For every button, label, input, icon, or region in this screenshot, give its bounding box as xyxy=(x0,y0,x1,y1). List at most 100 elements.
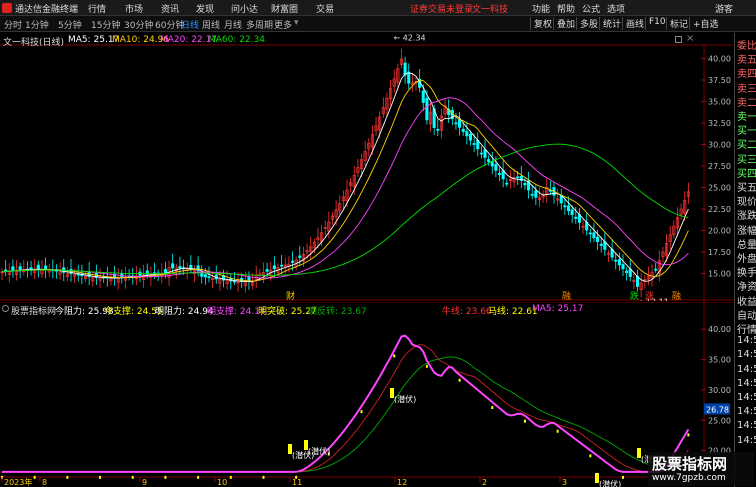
current-value-label: 26.78 xyxy=(706,405,729,414)
signal-dot xyxy=(622,475,624,479)
side-panel-item: 卖四 xyxy=(737,69,756,81)
side-panel-item: 委比 xyxy=(737,41,756,52)
period-timeshare[interactable]: 分时 xyxy=(4,18,22,31)
y-tick-label: 35.00 xyxy=(708,98,731,107)
y-tick-label: 17.50 xyxy=(708,248,731,257)
ind-y-tick-label: 30.00 xyxy=(708,386,731,395)
btn-f10[interactable]: F10 xyxy=(645,17,666,30)
period-daily[interactable]: 日线 xyxy=(181,18,199,31)
btn-draw[interactable]: 画线 xyxy=(622,17,644,30)
candle-down xyxy=(436,128,440,131)
candle-down xyxy=(407,71,411,84)
btn-overlay[interactable]: 叠加 xyxy=(553,17,575,30)
menu-help[interactable]: 帮助 xyxy=(557,2,575,15)
menu-market-quotes[interactable]: 行情 xyxy=(88,2,106,15)
event-marker: 财 xyxy=(286,290,295,301)
candle-down xyxy=(171,263,175,269)
candle-down xyxy=(505,182,509,185)
indicator-canvas[interactable]: 40.0035.0030.0025.0020.0026.78(潜伏)(潜伏)(潜… xyxy=(0,301,733,487)
app-logo-icon xyxy=(2,3,12,13)
ind-support-today: 今支撑: 24.55 xyxy=(104,307,163,317)
price-chart-canvas[interactable]: 40.00 37.50 35.00 32.50 30.00 27.50 25.00 22.50… xyxy=(0,33,733,306)
menu-trade[interactable]: 交易 xyxy=(316,2,334,15)
indicator-title: 股票指标网 xyxy=(11,307,57,317)
period-15min[interactable]: 15分钟 xyxy=(91,18,120,31)
side-panel-item: 行情 xyxy=(737,325,756,336)
y-tick-label: 30.00 xyxy=(708,141,731,150)
menu-function[interactable]: 功能 xyxy=(532,2,550,15)
candle-down xyxy=(494,164,498,171)
period-more[interactable]: 更多 xyxy=(274,18,292,31)
side-panel-item: 14:5 xyxy=(737,434,756,446)
close-icon[interactable]: × xyxy=(686,33,694,44)
candle-down xyxy=(625,270,629,273)
watermark-url: www.7gpzb.com xyxy=(652,473,726,483)
period-weekly[interactable]: 周线 xyxy=(202,18,220,31)
y-tick-label: 15.00 xyxy=(708,270,731,279)
period-30min[interactable]: 30分钟 xyxy=(124,18,153,31)
side-panel-item: 卖三 xyxy=(737,83,756,95)
y-tick-label: 25.00 xyxy=(708,184,731,193)
side-panel-item: 净资 xyxy=(737,282,756,294)
ind-bull-line: 牛线: 23.66 xyxy=(442,307,492,317)
side-panel-item: 14:5 xyxy=(737,420,756,432)
menu-ask[interactable]: 问小达 xyxy=(231,2,258,15)
signal-dot xyxy=(66,475,69,479)
high-price-label: ← 42.34 xyxy=(393,33,425,42)
indicator-chart[interactable]: 40.0035.0030.0025.0020.0026.78(潜伏)(潜伏)(潜… xyxy=(0,301,733,487)
side-panel-item: 卖一 xyxy=(737,112,756,123)
indicator-line xyxy=(2,344,689,473)
candle-down xyxy=(516,176,520,179)
btn-mark[interactable]: 标记 xyxy=(666,17,688,30)
btn-adjust[interactable]: 复权 xyxy=(530,17,552,30)
y-tick-label: 27.50 xyxy=(708,162,731,171)
side-panel-item: 换手 xyxy=(737,268,756,280)
maximize-icon[interactable] xyxy=(675,36,682,43)
candle-down xyxy=(207,276,211,279)
menu-discover[interactable]: 发现 xyxy=(196,2,214,15)
signal-dot xyxy=(197,475,200,479)
candle-down xyxy=(29,267,33,270)
x-tick-label: 9 xyxy=(142,478,147,487)
candle-down xyxy=(425,97,429,121)
side-panel-item: 14:5 xyxy=(737,349,756,361)
period-1min[interactable]: 1分钟 xyxy=(25,18,49,31)
candle-down xyxy=(530,193,534,196)
btn-add-favorite[interactable]: +自选 xyxy=(689,17,719,30)
settings-icon[interactable] xyxy=(2,305,9,312)
user-guest[interactable]: 游客 xyxy=(715,2,733,15)
menu-options[interactable]: 选项 xyxy=(607,2,625,15)
period-5min[interactable]: 5分钟 xyxy=(58,18,82,31)
chevron-down-icon[interactable]: ▾ xyxy=(294,18,299,28)
menu-wealth[interactable]: 财富圈 xyxy=(271,2,298,15)
event-marker: 跌 xyxy=(630,291,639,301)
period-monthly[interactable]: 月线 xyxy=(224,18,242,31)
signal-dot xyxy=(491,406,494,410)
candle-down xyxy=(280,264,284,267)
candlestick-chart[interactable]: 40.00 37.50 35.00 32.50 30.00 27.50 25.00 22.50… xyxy=(0,33,733,306)
signal-dot xyxy=(262,475,265,479)
menu-formula[interactable]: 公式 xyxy=(582,2,600,15)
candle-down xyxy=(178,266,182,269)
candle-down xyxy=(566,205,571,212)
candle-down xyxy=(497,173,502,175)
indicator-line xyxy=(2,356,689,473)
signal-dot xyxy=(393,354,396,358)
candle-down xyxy=(523,183,527,186)
event-marker: 融 xyxy=(562,291,571,301)
candle-down xyxy=(534,190,538,198)
btn-stats[interactable]: 统计 xyxy=(599,17,621,30)
menu-market[interactable]: 市场 xyxy=(125,2,143,15)
candle-down xyxy=(599,243,603,246)
period-multi[interactable]: 多周期 xyxy=(246,18,273,31)
x-tick-label: 11 xyxy=(292,478,302,487)
signal-dot xyxy=(99,475,102,479)
side-panel-item: 买五 xyxy=(737,183,756,194)
menu-news[interactable]: 资讯 xyxy=(161,2,179,15)
btn-multi-stock[interactable]: 多股 xyxy=(576,17,598,30)
quote-side-panel: 委比 卖五 卖四 卖三 卖二 卖一 买一 买二 买三 买四 买五 现价 涨跌 涨幅 总量 外盘 换手 净资 收益 自动… xyxy=(734,33,756,487)
signal-dot xyxy=(523,419,526,423)
signal-dot xyxy=(131,475,134,479)
side-panel-item: 现价 xyxy=(737,197,756,209)
login-notice[interactable]: 证券交易未登录 xyxy=(410,2,473,15)
